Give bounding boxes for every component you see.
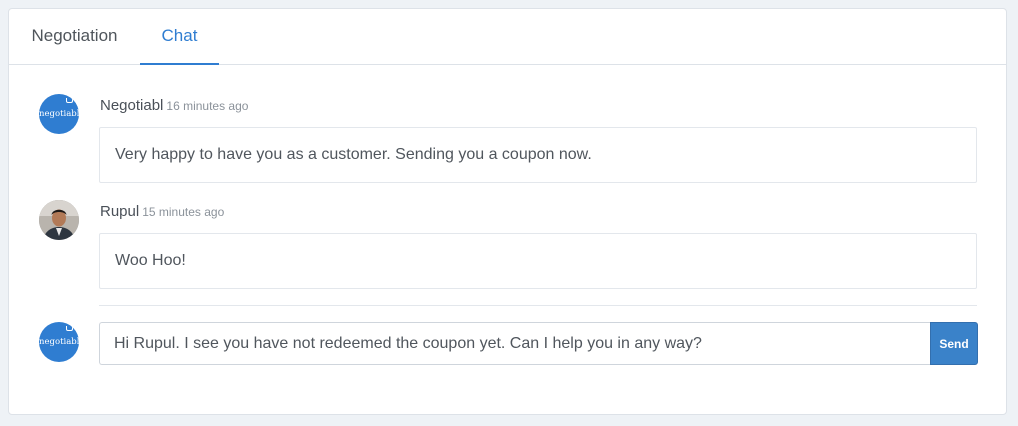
negotiabl-logo-icon: negotiabl	[39, 322, 79, 362]
logo-text: negotiabl	[39, 337, 79, 347]
logo-text: negotiabl	[39, 109, 79, 119]
tab-negotiation[interactable]: Negotiation	[9, 9, 140, 65]
message-time: 15 minutes ago	[142, 205, 225, 219]
message-author: Rupul	[100, 203, 140, 220]
cart-icon	[66, 326, 73, 331]
message-meta: Negotiabl 16 minutes ago	[100, 97, 248, 115]
message-time: 16 minutes ago	[166, 99, 249, 113]
negotiabl-logo-icon: negotiabl	[39, 94, 79, 134]
message-meta: Rupul 15 minutes ago	[100, 203, 224, 221]
send-button[interactable]: Send	[930, 322, 978, 365]
message-author: Negotiabl	[100, 97, 164, 114]
reply-input[interactable]	[99, 322, 930, 365]
user-photo-icon	[39, 200, 79, 240]
message-text: Woo Hoo!	[99, 233, 977, 289]
tab-chat[interactable]: Chat	[140, 9, 219, 65]
tab-bar: Negotiation Chat	[9, 9, 1006, 65]
cart-icon	[66, 98, 73, 103]
user-avatar	[39, 200, 79, 240]
chat-panel: Negotiation Chat negotiabl Negotiabl 16 m…	[8, 8, 1007, 415]
divider	[99, 305, 977, 306]
message-text: Very happy to have you as a customer. Se…	[99, 127, 977, 183]
